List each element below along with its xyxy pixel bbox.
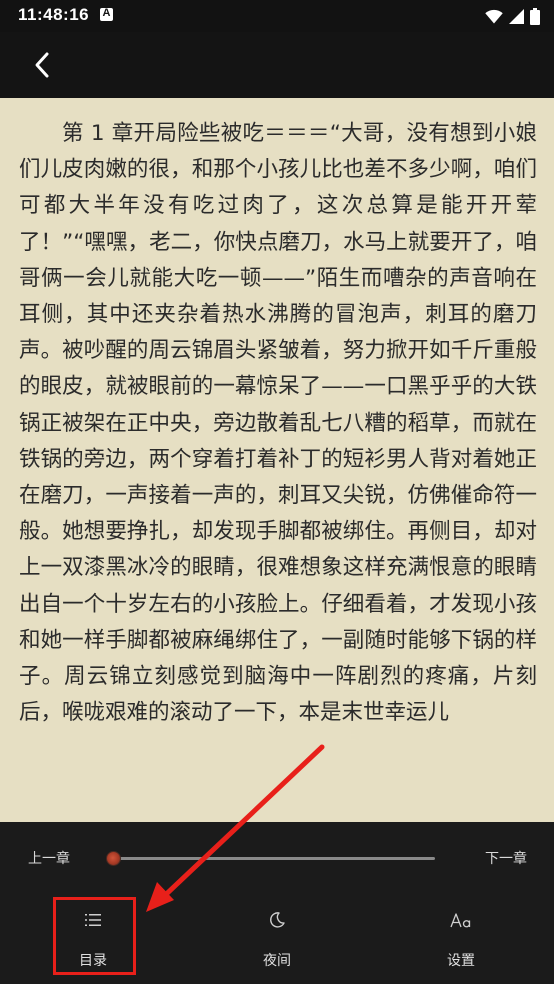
wifi-icon: [485, 9, 503, 23]
toc-label: 目录: [79, 953, 107, 969]
settings-label: 设置: [447, 953, 475, 969]
back-button[interactable]: [20, 46, 64, 84]
battery-icon: [530, 7, 540, 25]
chevron-left-icon: [35, 52, 49, 78]
reader-menu-bar: 目录 夜间 设置: [0, 900, 554, 980]
status-icons: [485, 6, 540, 26]
settings-button[interactable]: 设置: [401, 900, 521, 976]
list-icon: [33, 908, 153, 932]
top-bar: [0, 32, 554, 98]
chapter-progress-row: 上一章 下一章: [0, 840, 554, 876]
next-chapter-button[interactable]: 下一章: [485, 848, 527, 868]
reader-page[interactable]: 第 1 章开局险些被吃＝＝＝“大哥，没有想到小娘们儿皮肉嫩的很，和那个小孩儿比也…: [0, 98, 554, 822]
font-size-icon: [401, 908, 521, 932]
status-bar: 11:48:16 A: [0, 0, 554, 32]
toc-button[interactable]: 目录: [33, 900, 153, 976]
notification-a-icon: A: [100, 7, 113, 21]
night-mode-label: 夜间: [263, 953, 291, 969]
chapter-text: 第 1 章开局险些被吃＝＝＝“大哥，没有想到小娘们儿皮肉嫩的很，和那个小孩儿比也…: [19, 121, 537, 726]
notification-a-letter: A: [102, 7, 111, 19]
signal-icon: [509, 8, 524, 24]
moon-icon: [217, 908, 337, 932]
chapter-progress-slider[interactable]: [106, 851, 435, 866]
prev-chapter-button[interactable]: 上一章: [28, 848, 70, 868]
progress-thumb[interactable]: [106, 851, 121, 866]
reader-control-panel: 上一章 下一章 目录 夜间 设置: [0, 822, 554, 984]
night-mode-button[interactable]: 夜间: [217, 900, 337, 976]
status-time: 11:48:16: [18, 5, 90, 24]
